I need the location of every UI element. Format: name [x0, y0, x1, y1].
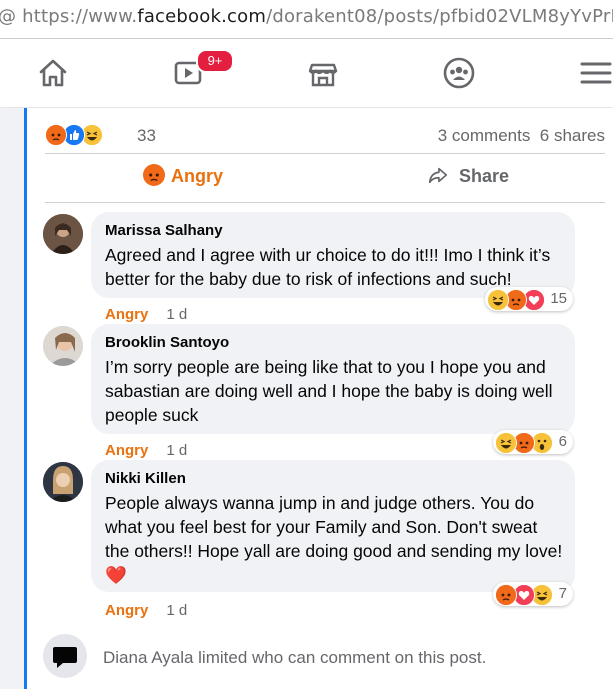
avatar[interactable] [43, 462, 83, 502]
comment-angry-button[interactable]: Angry [105, 602, 148, 619]
comment-reaction-summary[interactable]: 7 [493, 582, 573, 606]
comment-bubble-icon [43, 634, 87, 678]
share-button[interactable]: Share [427, 164, 509, 194]
shares-count[interactable]: 6 shares [540, 126, 605, 145]
share-label: Share [459, 166, 510, 186]
top-navigation: 9+ [0, 39, 613, 107]
comment-bubble: Brooklin Santoyo I’m sorry people are be… [91, 324, 575, 434]
comment-angry-button[interactable]: Angry [105, 306, 148, 323]
comment-reaction-count: 15 [550, 290, 567, 307]
comment-actions: Angry 1 d [105, 442, 187, 459]
angry-reaction-icon [45, 124, 67, 146]
share-icon [428, 167, 448, 184]
comments-count[interactable]: 3 comments [438, 126, 531, 145]
limited-notice-text: Diana Ayala limited who can comment on t… [103, 648, 487, 667]
comment-bubble: Marissa Salhany Agreed and I agree with … [91, 212, 575, 298]
haha-reaction-icon [495, 432, 517, 454]
comment-text: People always wanna jump in and judge ot… [105, 493, 563, 585]
home-icon[interactable] [33, 53, 73, 93]
engagement-counts[interactable]: 3 comments 6 shares [438, 126, 605, 146]
comment-text: I’m sorry people are being like that to … [105, 357, 553, 425]
comment-actions: Angry 1 d [105, 306, 187, 323]
avatar[interactable] [43, 326, 83, 366]
comment-angry-button[interactable]: Angry [105, 442, 148, 459]
comment-reaction-count: 6 [558, 433, 567, 450]
comment-timestamp[interactable]: 1 d [166, 602, 187, 619]
left-gutter [0, 108, 24, 689]
angry-reaction-icon [495, 584, 517, 606]
commenter-name[interactable]: Marissa Salhany [105, 222, 563, 239]
menu-icon[interactable] [575, 53, 613, 93]
comment-timestamp[interactable]: 1 d [166, 306, 187, 323]
angry-emoji-icon [143, 164, 165, 186]
comment-actions: Angry 1 d [105, 602, 187, 619]
reaction-summary[interactable]: 33 3 comments 6 shares [45, 118, 613, 148]
angry-label: Angry [171, 166, 224, 186]
haha-reaction-icon [487, 289, 509, 311]
reaction-count: 33 [137, 126, 156, 145]
divider [45, 202, 605, 203]
divider [45, 153, 605, 154]
comment-reaction-summary[interactable]: 15 [485, 287, 573, 311]
comment-reaction-count: 7 [558, 585, 567, 602]
comment-reaction-summary[interactable]: 6 [493, 430, 573, 454]
commenter-name[interactable]: Nikki Killen [105, 470, 563, 487]
marketplace-icon[interactable] [303, 53, 343, 93]
notification-badge: 9+ [196, 49, 234, 73]
groups-icon[interactable] [439, 53, 479, 93]
comment-bubble: Nikki Killen People always wanna jump in… [91, 460, 575, 592]
avatar[interactable] [43, 214, 83, 254]
post-content: 33 3 comments 6 shares Angry Share Maris… [24, 108, 613, 689]
commenter-name[interactable]: Brooklin Santoyo [105, 334, 563, 351]
browser-url-bar[interactable]: @ https://www.facebook.com/dorakent08/po… [0, 0, 613, 39]
limited-comments-notice: Diana Ayala limited who can comment on t… [43, 634, 603, 678]
url-text[interactable]: @ https://www.facebook.com/dorakent08/po… [0, 6, 613, 27]
angry-reaction-button[interactable]: Angry [143, 164, 223, 194]
comment-text: Agreed and I agree with ur choice to do … [105, 245, 551, 289]
comment-timestamp[interactable]: 1 d [166, 442, 187, 459]
